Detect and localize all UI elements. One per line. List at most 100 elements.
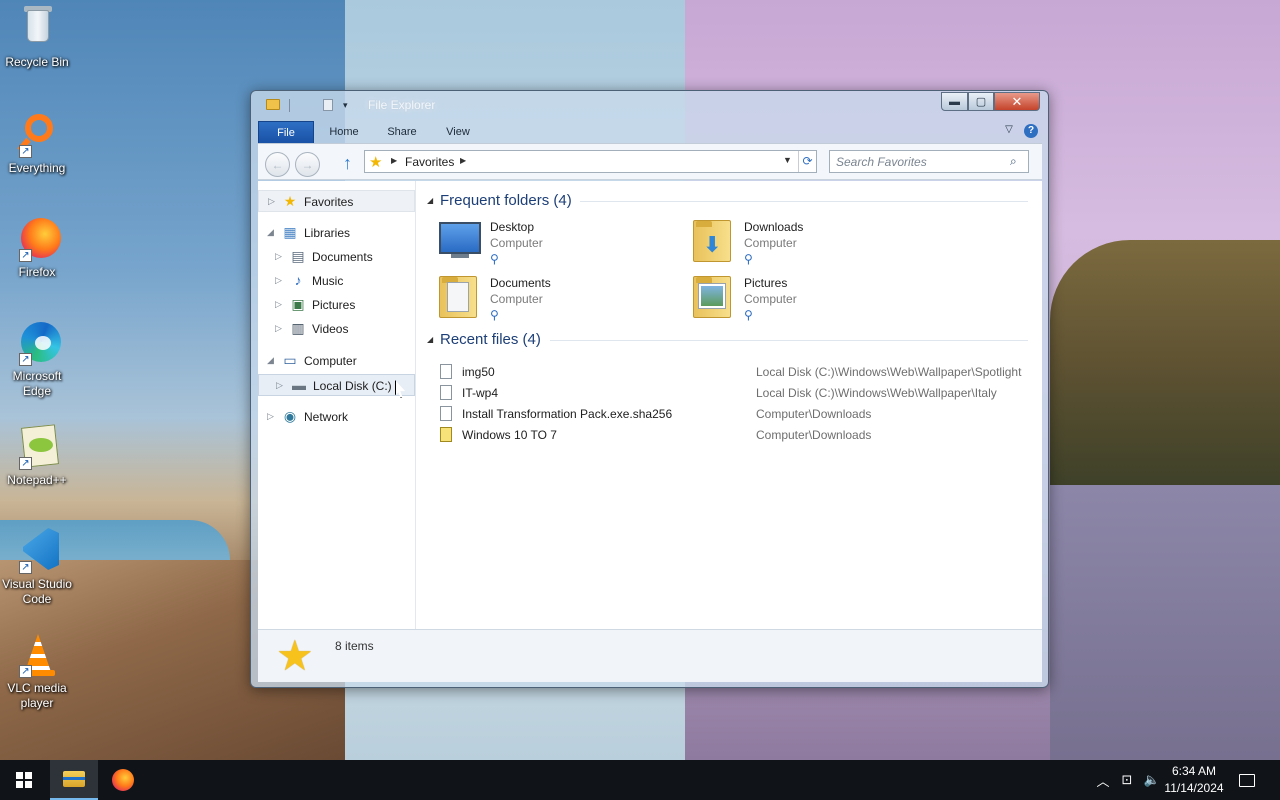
back-button[interactable]: ← (265, 152, 290, 177)
close-button[interactable]: ✕ (994, 92, 1040, 111)
taskbar-firefox[interactable] (99, 760, 147, 800)
section-collapse-icon[interactable]: ◢ (427, 196, 433, 205)
tab-view[interactable]: View (438, 121, 478, 143)
documents-icon: ▤ (291, 248, 305, 264)
file-path: Computer\Downloads (756, 428, 872, 442)
desktop-icon-recycle-bin[interactable]: Recycle Bin (0, 4, 74, 70)
expand-arrow-icon[interactable]: ▷ (275, 323, 282, 334)
address-dropdown-icon[interactable]: ▼ (783, 155, 792, 165)
recent-file-row[interactable]: Windows 10 TO 7 Computer\Downloads (418, 425, 1034, 446)
vlc-icon: ↗ (13, 630, 61, 678)
properties-icon[interactable] (323, 99, 333, 111)
folder-tile-documents[interactable]: Documents Computer ⚲ (437, 274, 687, 326)
minimize-button[interactable]: ▬ (941, 92, 968, 111)
folder-name: Pictures (744, 276, 788, 290)
chevron-down-icon[interactable]: ▾ (343, 100, 348, 111)
nav-item-local-disk-c[interactable]: ▷ ▬ Local Disk (C:) (258, 374, 415, 396)
file-icon (440, 406, 452, 421)
refresh-icon[interactable]: ⟳ (798, 151, 816, 172)
details-pane: ★ 8 items (258, 629, 1042, 682)
nav-item-documents[interactable]: ▷ ▤ Documents (258, 246, 415, 268)
folder-location: Computer (744, 292, 797, 306)
recent-file-row[interactable]: IT-wp4 Local Disk (C:)\Windows\Web\Wallp… (418, 383, 1034, 404)
folder-icon (266, 99, 280, 110)
expand-arrow-icon[interactable]: ▷ (268, 196, 275, 207)
desktop-icon-vscode[interactable]: ↗ Visual Studio Code (0, 526, 74, 607)
expand-arrow-icon[interactable]: ▷ (275, 299, 282, 310)
nav-item-computer[interactable]: ◢ ▭ Computer (258, 350, 415, 372)
folder-tile-desktop[interactable]: Desktop Computer ⚲ (437, 218, 687, 270)
tab-file[interactable]: File (258, 121, 314, 143)
window-title: File Explorer (368, 98, 436, 112)
nav-item-label: Music (312, 274, 344, 288)
nav-item-music[interactable]: ▷ ♪ Music (258, 270, 415, 292)
vscode-icon: ↗ (13, 526, 61, 574)
action-center-button[interactable] (1234, 760, 1260, 800)
breadcrumb-favorites[interactable]: Favorites (405, 155, 454, 169)
windows-logo-icon (16, 772, 32, 788)
help-icon[interactable]: ? (1024, 124, 1038, 138)
forward-button[interactable]: → (295, 152, 320, 177)
nav-item-libraries[interactable]: ◢ ▦ Libraries (258, 222, 415, 244)
desktop-icon-everything[interactable]: ↗ Everything (0, 110, 74, 176)
toolbar-separator (289, 99, 290, 112)
system-clock[interactable]: 6:34 AM 11/14/2024 (1162, 763, 1226, 797)
expand-arrow-icon[interactable]: ▷ (276, 380, 283, 391)
folder-tile-pictures[interactable]: Pictures Computer ⚲ (691, 274, 941, 326)
section-frequent-folders[interactable]: ◢ Frequent folders (4) (418, 191, 1034, 211)
breadcrumb-caret-icon[interactable]: ▶ (460, 156, 466, 165)
address-bar[interactable]: ★ ▶ Favorites ▶ ▼ ⟳ (364, 150, 817, 173)
expand-arrow-icon[interactable]: ▷ (267, 411, 274, 422)
pin-icon: ⚲ (490, 308, 499, 322)
nav-item-pictures[interactable]: ▷ ▣ Pictures (258, 294, 415, 316)
pin-icon: ⚲ (744, 308, 753, 322)
desktop-icon-label: Recycle Bin (5, 55, 69, 69)
desktop-icon-vlc[interactable]: ↗ VLC media player (0, 630, 74, 711)
maximize-button[interactable]: ▢ (968, 92, 994, 111)
nav-item-label: Network (304, 410, 349, 424)
nav-item-label: Pictures (312, 298, 356, 312)
recent-file-row[interactable]: Install Transformation Pack.exe.sha256 C… (418, 404, 1034, 425)
tab-share[interactable]: Share (382, 121, 422, 143)
libraries-icon: ▦ (283, 224, 297, 240)
section-collapse-icon[interactable]: ◢ (427, 335, 433, 344)
nav-item-favorites[interactable]: ▷ ★ Favorites (258, 190, 415, 212)
tab-home[interactable]: Home (324, 121, 364, 143)
taskbar-file-explorer[interactable] (50, 760, 98, 800)
file-path: Local Disk (C:)\Windows\Web\Wallpaper\It… (756, 386, 997, 400)
file-icon (440, 364, 452, 379)
clock-date: 11/14/2024 (1164, 781, 1224, 795)
start-button[interactable] (0, 760, 48, 800)
nav-item-label: Local Disk (C:) (313, 379, 392, 393)
folder-tile-downloads[interactable]: ⬇ Downloads Computer ⚲ (691, 218, 941, 270)
search-icon[interactable]: ⌕ (1010, 154, 1017, 169)
section-recent-files[interactable]: ◢ Recent files (4) (418, 330, 1034, 350)
folder-name: Desktop (490, 220, 535, 234)
file-path: Computer\Downloads (756, 407, 872, 421)
network-icon[interactable]: ⊡ (1116, 760, 1138, 800)
computer-icon: ▭ (283, 352, 297, 368)
volume-icon[interactable]: 🔈 (1140, 760, 1164, 800)
expand-arrow-icon[interactable]: ▷ (275, 251, 282, 262)
folder-location: Computer (490, 236, 543, 250)
show-hidden-icons-icon[interactable]: ︿ (1092, 760, 1114, 800)
notification-icon (1239, 773, 1255, 787)
breadcrumb-caret-icon[interactable]: ▶ (391, 156, 397, 165)
collapse-arrow-icon[interactable]: ◢ (267, 355, 274, 366)
nav-item-videos[interactable]: ▷ ▥ Videos (258, 318, 415, 340)
up-arrow-icon[interactable]: ↑ (343, 153, 352, 174)
collapse-arrow-icon[interactable]: ◢ (267, 227, 274, 238)
title-bar[interactable]: ▾ File Explorer ▬ ▢ ✕ (251, 91, 1048, 119)
desktop-icon-label: Firefox (18, 265, 56, 279)
desktop-icon-edge[interactable]: ↗ Microsoft Edge (0, 318, 74, 399)
recent-file-row[interactable]: img50 Local Disk (C:)\Windows\Web\Wallpa… (418, 362, 1034, 383)
desktop-icon-label: Visual Studio Code (2, 577, 72, 606)
expand-arrow-icon[interactable]: ▷ (275, 275, 282, 286)
search-input[interactable]: Search Favorites ⌕ (829, 150, 1029, 173)
ribbon-expand-icon[interactable]: ▽ (1002, 124, 1016, 138)
desktop-icon-firefox[interactable]: ↗ Firefox (0, 214, 74, 280)
downloads-folder-icon: ⬇ (691, 218, 735, 264)
file-icon (440, 385, 452, 400)
nav-item-network[interactable]: ▷ ◉ Network (258, 406, 415, 428)
desktop-icon-notepad-plus-plus[interactable]: ↗ Notepad++ (0, 422, 74, 488)
